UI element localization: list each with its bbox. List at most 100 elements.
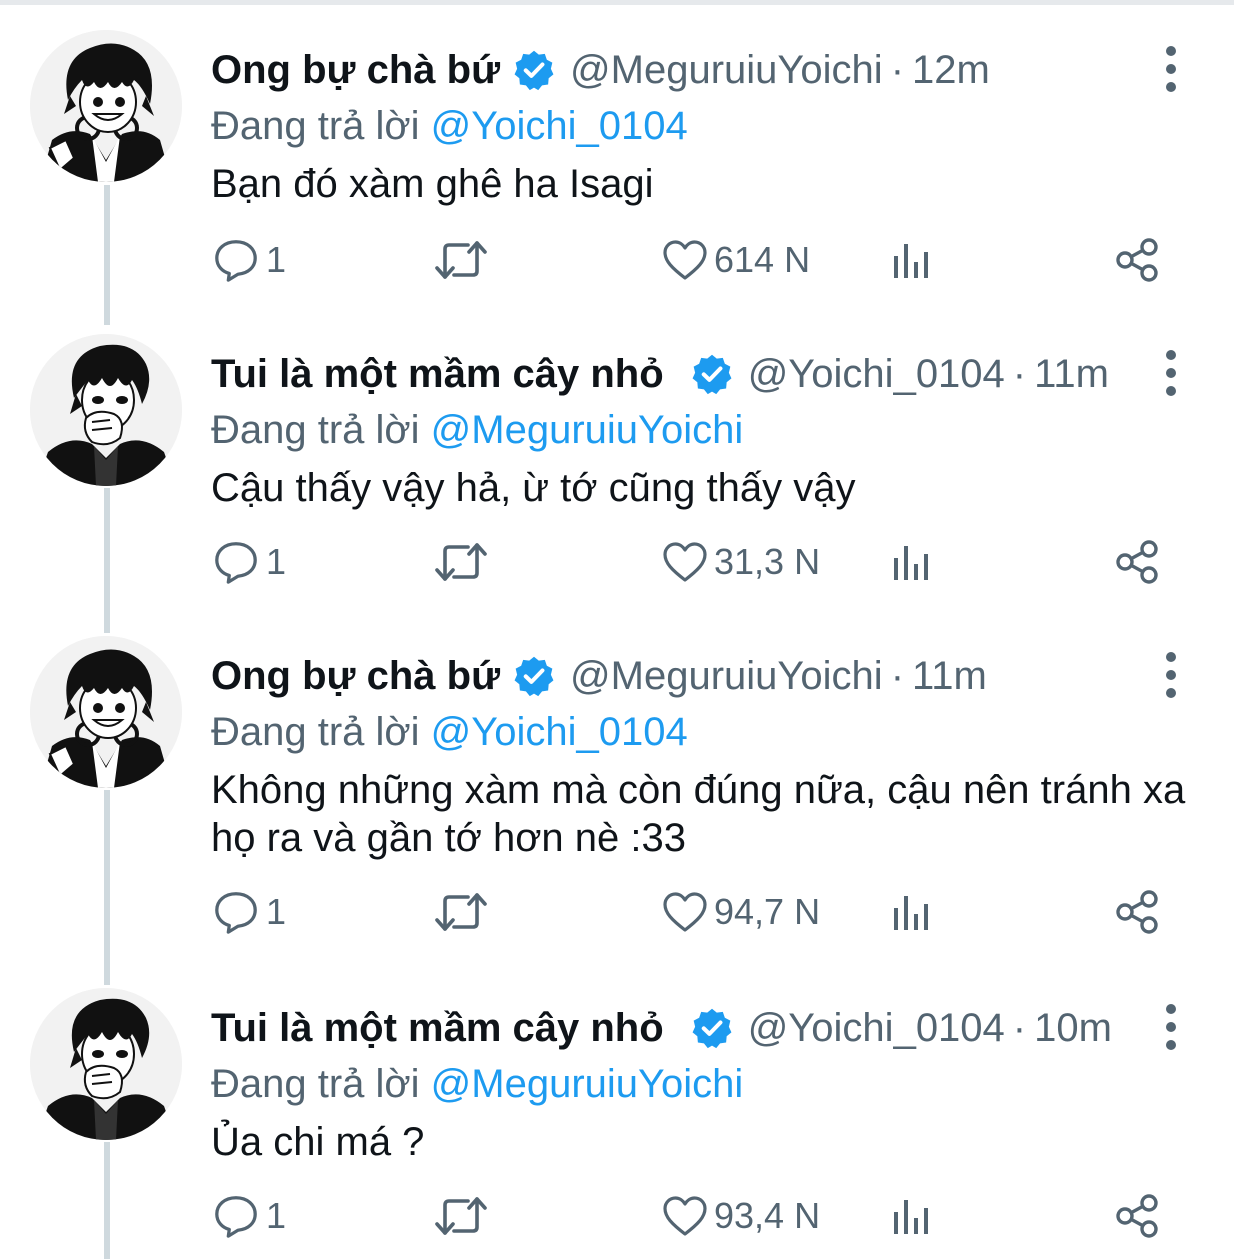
more-vertical-icon[interactable] <box>1156 650 1186 700</box>
tweet[interactable]: Tui là một mầm cây nhỏ @Yoichi_0104 · 10m Đ… <box>0 988 1234 1259</box>
user-handle[interactable]: @Yoichi_0104 <box>748 1000 1005 1056</box>
timestamp[interactable]: 10m <box>1034 1000 1112 1056</box>
verified-badge-icon <box>690 352 734 396</box>
display-name[interactable]: Tui là một mầm cây nhỏ <box>211 1000 664 1056</box>
user-handle[interactable]: @MeguruiuYoichi <box>570 42 883 98</box>
display-name[interactable]: Ong bự chà bứ <box>211 42 500 98</box>
tweet[interactable]: Ong bự chà bứ @MeguruiuYoichi · 11m Đang tr… <box>0 636 1234 966</box>
user-handle[interactable]: @Yoichi_0104 <box>748 346 1005 402</box>
tweet-header: Tui là một mầm cây nhỏ @Yoichi_0104 · 11m <box>211 346 1109 402</box>
verified-badge-icon <box>512 48 556 92</box>
like-button[interactable]: 31,3 N <box>662 532 820 592</box>
reply-count: 1 <box>266 239 287 280</box>
mention-link[interactable]: @MeguruiuYoichi <box>431 408 744 452</box>
share-button[interactable] <box>1114 532 1160 592</box>
avatar[interactable] <box>30 636 182 788</box>
separator-dot: · <box>1012 1006 1027 1050</box>
more-vertical-icon[interactable] <box>1156 1002 1186 1052</box>
timestamp[interactable]: 11m <box>1034 346 1109 402</box>
avatar[interactable] <box>30 30 182 182</box>
reply-button[interactable]: 1 <box>212 1186 286 1246</box>
retweet-icon <box>434 1193 488 1239</box>
timestamp[interactable]: 12m <box>912 42 990 98</box>
tweet-header: Tui là một mầm cây nhỏ @Yoichi_0104 · 10m <box>211 1000 1112 1056</box>
timestamp[interactable]: 11m <box>912 648 987 704</box>
reply-button[interactable]: 1 <box>212 230 286 290</box>
tweet-text: Bạn đó xàm ghê ha Isagi <box>211 162 654 206</box>
reply-bubble-icon <box>212 1192 260 1240</box>
avatar-image <box>30 988 182 1140</box>
like-count: 31,3 N <box>714 541 821 582</box>
more-vertical-icon[interactable] <box>1156 348 1186 398</box>
tweet[interactable]: Ong bự chà bứ @MeguruiuYoichi · 12m Đang tr… <box>0 30 1234 310</box>
tweet-text: Không những xàm mà còn đúng nữa, cậu nên… <box>211 768 1186 860</box>
tweet[interactable]: Tui là một mầm cây nhỏ @Yoichi_0104 · 11m Đ… <box>0 334 1234 614</box>
share-icon <box>1114 237 1160 283</box>
avatar-image <box>30 334 182 486</box>
mention-link[interactable]: @Yoichi_0104 <box>431 104 688 148</box>
display-name[interactable]: Ong bự chà bứ <box>211 648 500 704</box>
views-button[interactable] <box>890 532 930 592</box>
retweet-icon <box>434 237 488 283</box>
retweet-button[interactable] <box>434 1186 488 1246</box>
views-button[interactable] <box>890 1186 930 1246</box>
bar-chart-icon <box>890 542 930 582</box>
more-vertical-icon[interactable] <box>1156 44 1186 94</box>
replying-to-label: Đang trả lời <box>211 1062 420 1106</box>
verified-badge-icon <box>512 654 556 698</box>
share-button[interactable] <box>1114 230 1160 290</box>
share-button[interactable] <box>1114 882 1160 942</box>
like-button[interactable]: 93,4 N <box>662 1186 820 1246</box>
bar-chart-icon <box>890 1196 930 1236</box>
replying-to-label: Đang trả lời <box>211 710 420 754</box>
like-count: 94,7 N <box>714 891 821 932</box>
reply-button[interactable]: 1 <box>212 532 286 592</box>
replying-to-label: Đang trả lời <box>211 104 420 148</box>
heart-icon <box>662 891 708 933</box>
mention-link[interactable]: @Yoichi_0104 <box>431 710 688 754</box>
share-button[interactable] <box>1114 1186 1160 1246</box>
avatar-image <box>30 30 182 182</box>
reply-count: 1 <box>266 891 287 932</box>
heart-icon <box>662 239 708 281</box>
reply-count: 1 <box>266 1195 287 1236</box>
heart-icon <box>662 541 708 583</box>
replying-to: Đang trả lời @Yoichi_0104 <box>211 704 688 760</box>
avatar[interactable] <box>30 988 182 1140</box>
like-count: 614 N <box>714 239 811 280</box>
tweet-actions: 1 614 N <box>0 230 1234 290</box>
tweet-header: Ong bự chà bứ @MeguruiuYoichi · 11m <box>211 648 987 704</box>
retweet-button[interactable] <box>434 230 488 290</box>
heart-icon <box>662 1195 708 1237</box>
tweet-text: Cậu thấy vậy hả, ừ tớ cũng thấy vậy <box>211 466 856 510</box>
user-handle[interactable]: @MeguruiuYoichi <box>570 648 883 704</box>
views-button[interactable] <box>890 882 930 942</box>
separator-dot: · <box>1012 352 1027 396</box>
like-button[interactable]: 614 N <box>662 230 810 290</box>
tweet-actions: 1 31,3 N <box>0 532 1234 592</box>
avatar-image <box>30 636 182 788</box>
share-icon <box>1114 539 1160 585</box>
reply-button[interactable]: 1 <box>212 882 286 942</box>
reply-bubble-icon <box>212 538 260 586</box>
reply-bubble-icon <box>212 236 260 284</box>
separator-dot: · <box>890 48 905 92</box>
replying-to: Đang trả lời @MeguruiuYoichi <box>211 402 743 458</box>
replying-to: Đang trả lời @MeguruiuYoichi <box>211 1056 743 1112</box>
retweet-button[interactable] <box>434 882 488 942</box>
views-button[interactable] <box>890 230 930 290</box>
display-name[interactable]: Tui là một mầm cây nhỏ <box>211 346 664 402</box>
tweet-actions: 1 94,7 N <box>0 882 1234 942</box>
avatar[interactable] <box>30 334 182 486</box>
bar-chart-icon <box>890 240 930 280</box>
tweet-actions: 1 93,4 N <box>0 1186 1234 1246</box>
retweet-icon <box>434 889 488 935</box>
tweet-header: Ong bự chà bứ @MeguruiuYoichi · 12m <box>211 42 990 98</box>
verified-badge-icon <box>690 1006 734 1050</box>
like-count: 93,4 N <box>714 1195 821 1236</box>
mention-link[interactable]: @MeguruiuYoichi <box>431 1062 744 1106</box>
replying-to: Đang trả lời @Yoichi_0104 <box>211 98 688 154</box>
retweet-button[interactable] <box>434 532 488 592</box>
like-button[interactable]: 94,7 N <box>662 882 820 942</box>
top-divider <box>0 0 1234 5</box>
